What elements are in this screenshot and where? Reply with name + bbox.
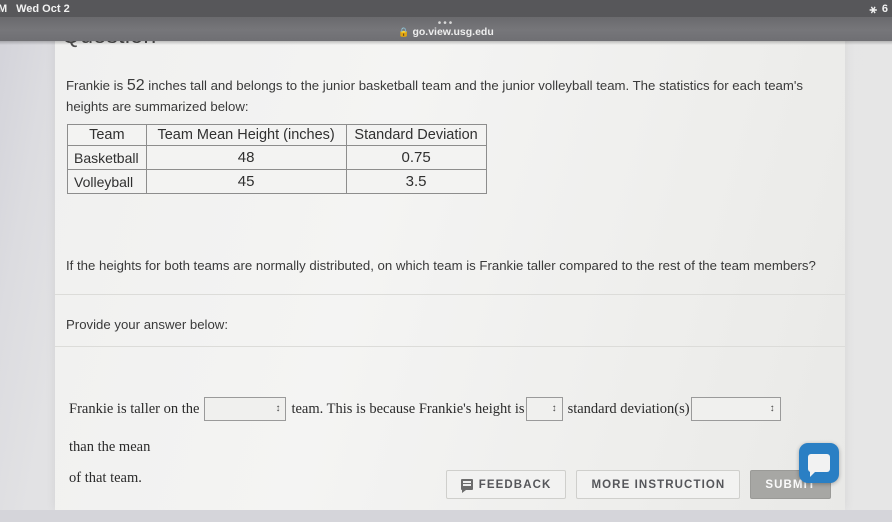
answer-text-4: than the mean <box>69 439 151 455</box>
more-instruction-button-label: MORE INSTRUCTION <box>591 478 726 491</box>
chevron-updown-icon: ↕ <box>275 403 281 414</box>
prompt-pre: Frankie is <box>66 78 127 93</box>
bottom-strip <box>0 510 892 522</box>
more-instruction-button[interactable]: MORE INSTRUCTION <box>576 470 741 499</box>
question-prompt: Frankie is 52 inches tall and belongs to… <box>66 75 818 117</box>
provide-answer-label: Provide your answer below: <box>66 317 228 332</box>
battery-text: 6 <box>881 2 888 15</box>
feedback-button[interactable]: FEEDBACK <box>445 470 567 499</box>
table-header-cell: Standard Deviation <box>345 124 487 146</box>
answer-text-2: team. This is because Frankie's height i… <box>291 401 525 417</box>
table-body: Basketball 48 0.75 Volleyball 45 3.5 <box>67 145 487 194</box>
table-header-row: Team Team Mean Height (inches) Standard … <box>67 124 487 146</box>
wifi-icon: ⚹ <box>869 1 877 16</box>
comment-icon <box>460 479 473 493</box>
table-row: Volleyball 45 3.5 <box>67 169 487 194</box>
answer-sentence-line1: Frankie is taller on the ↕ team. This is… <box>69 390 831 466</box>
lock-icon: 🔒 <box>398 26 410 37</box>
chat-launcher-button[interactable] <box>799 443 839 483</box>
table-cell-team: Volleyball <box>67 169 147 194</box>
table-cell-team: Basketball <box>67 145 147 170</box>
action-button-row: FEEDBACK MORE INSTRUCTION SUBMIT <box>55 470 845 499</box>
status-date: Wed Oct 2 <box>16 2 70 15</box>
address-bar-url: go.view.usg.edu <box>412 26 494 38</box>
table-header-cell: Team Mean Height (inches) <box>145 124 347 146</box>
table-header: Team Team Mean Height (inches) Standard … <box>67 124 487 146</box>
toolbar-shadow <box>0 41 892 45</box>
chevron-updown-icon: ↕ <box>769 403 775 414</box>
status-bar-left: AM Wed Oct 2 <box>0 3 70 15</box>
dropdown-deviation-count[interactable]: ↕ <box>525 397 563 421</box>
chevron-updown-icon: ↕ <box>551 403 557 414</box>
prompt-post: inches tall and belongs to the junior ba… <box>66 78 803 114</box>
table-cell-mean: 45 <box>145 169 347 194</box>
table-cell-stdev: 0.75 <box>345 145 487 170</box>
statistics-table: Team Team Mean Height (inches) Standard … <box>67 124 487 194</box>
section-divider <box>55 346 845 347</box>
answer-text-1: Frankie is taller on the <box>69 401 200 417</box>
question-followup: If the heights for both teams are normal… <box>66 258 816 273</box>
table-header-cell: Team <box>67 124 147 146</box>
os-status-bar: AM Wed Oct 2 ⚹ 6 <box>0 0 892 17</box>
status-bar-right: ⚹ 6 <box>870 3 888 15</box>
browser-toolbar: ••• 🔒 go.view.usg.edu <box>0 17 892 41</box>
table-cell-mean: 48 <box>145 145 347 170</box>
answer-text-3: standard deviation(s) <box>567 401 690 417</box>
screen: Question Frankie is 52 inches tall and b… <box>0 0 892 522</box>
dropdown-team[interactable]: ↕ <box>204 397 287 421</box>
section-divider <box>55 294 845 295</box>
table-row: Basketball 48 0.75 <box>67 145 487 170</box>
feedback-button-label: FEEDBACK <box>478 478 552 491</box>
status-time: AM <box>0 2 8 15</box>
prompt-number: 52 <box>126 77 145 94</box>
address-bar[interactable]: 🔒 go.view.usg.edu <box>0 26 892 38</box>
dropdown-direction[interactable]: ↕ <box>690 397 781 421</box>
chat-bubble-icon <box>808 454 830 483</box>
table-cell-stdev: 3.5 <box>345 169 487 194</box>
